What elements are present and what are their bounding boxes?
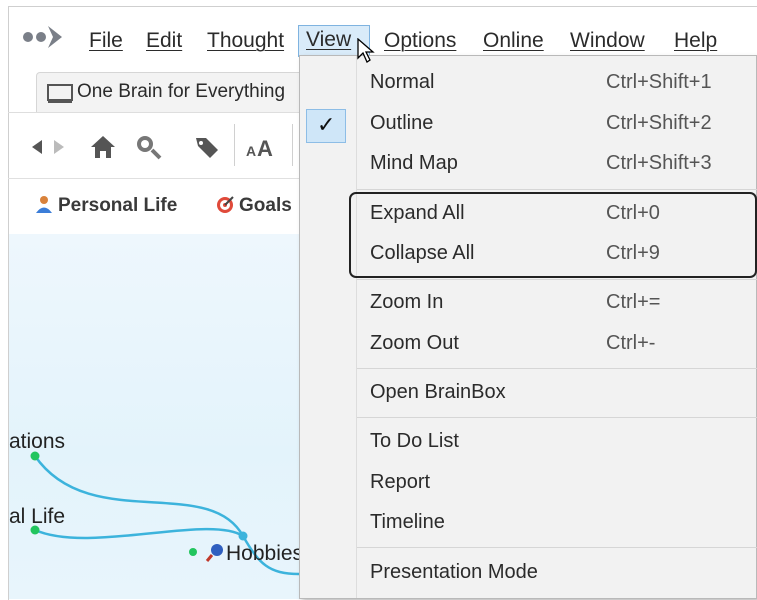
menu-item-label: To Do List: [370, 430, 459, 452]
brain-file-icon: [47, 84, 73, 103]
target-icon: [217, 196, 234, 213]
tab-one-brain[interactable]: One Brain for Everything: [36, 72, 326, 112]
tag-icon[interactable]: [192, 130, 222, 164]
menu-item-timeline[interactable]: Timeline: [300, 505, 757, 543]
mouse-cursor-icon: [357, 38, 375, 63]
pin-personal-life[interactable]: Personal Life: [34, 194, 177, 217]
menu-item-presentation-mode[interactable]: Presentation Mode: [300, 555, 757, 593]
menu-item-label: Outline: [370, 112, 434, 134]
menu-window[interactable]: Window: [563, 26, 652, 56]
menu-online[interactable]: Online: [476, 26, 551, 56]
menu-edit[interactable]: Edit: [139, 26, 189, 56]
menu-item-normal[interactable]: Normal Ctrl+Shift+1: [300, 65, 757, 103]
menu-item-label: Normal: [370, 71, 435, 93]
menu-item-shortcut: Ctrl+-: [606, 332, 656, 354]
toolbar-separator: [292, 124, 293, 166]
pin-thought-icon[interactable]: [132, 130, 164, 164]
menu-item-mind-map[interactable]: Mind Map Ctrl+Shift+3: [300, 146, 757, 184]
tab-label: One Brain for Everything: [77, 81, 286, 102]
menu-separator: [357, 547, 757, 548]
menu-help[interactable]: Help: [667, 26, 724, 56]
menu-item-shortcut: Ctrl+Shift+2: [606, 112, 712, 134]
thought-node[interactable]: ations: [9, 430, 65, 454]
menu-item-label: Open BrainBox: [370, 381, 506, 403]
menu-item-zoom-in[interactable]: Zoom In Ctrl+=: [300, 285, 757, 323]
thought-node[interactable]: al Life: [9, 505, 65, 529]
thought-node-hobbies[interactable]: Hobbies: [204, 541, 303, 566]
toolbar-separator: [234, 124, 235, 166]
back-forward-icon[interactable]: [28, 130, 68, 164]
menu-item-label: Presentation Mode: [370, 561, 538, 583]
menu-options[interactable]: Options: [377, 26, 463, 56]
thebrain-logo-icon[interactable]: [20, 22, 68, 52]
menu-item-to-do-list[interactable]: To Do List: [300, 424, 757, 462]
menu-item-label: Zoom Out: [370, 332, 459, 354]
menu-separator: [357, 417, 757, 418]
menu-separator: [357, 189, 757, 190]
menu-item-zoom-out[interactable]: Zoom Out Ctrl+-: [300, 326, 757, 364]
menu-separator: [357, 368, 757, 369]
font-size-icon[interactable]: A A: [244, 130, 280, 164]
hobbies-icon: [205, 544, 223, 562]
menu-item-shortcut: Ctrl+=: [606, 291, 661, 313]
menu-item-shortcut: Ctrl+Shift+1: [606, 71, 712, 93]
home-icon[interactable]: [88, 130, 118, 164]
menu-item-open-brainbox[interactable]: Open BrainBox: [300, 375, 757, 413]
menu-separator: [357, 279, 757, 280]
highlight-annotation: [349, 192, 757, 278]
menu-item-shortcut: Ctrl+Shift+3: [606, 152, 712, 174]
menu-item-label: Mind Map: [370, 152, 458, 174]
menu-item-label: Timeline: [370, 511, 445, 533]
menu-item-label: Report: [370, 471, 431, 493]
view-menu-dropdown: ✓ Normal Ctrl+Shift+1 Outline Ctrl+Shift…: [299, 55, 757, 599]
menu-file[interactable]: File: [82, 26, 130, 56]
pin-goals[interactable]: Goals: [215, 194, 292, 217]
pin-label: Personal Life: [58, 195, 178, 216]
svg-text:A: A: [257, 136, 273, 161]
menu-item-report[interactable]: Report: [300, 465, 757, 503]
person-icon: [36, 196, 52, 213]
pin-label: Goals: [239, 195, 292, 216]
svg-text:A: A: [246, 143, 256, 159]
menu-item-label: Zoom In: [370, 291, 444, 313]
menu-thought[interactable]: Thought: [200, 26, 291, 56]
menu-item-outline[interactable]: Outline Ctrl+Shift+2: [300, 106, 757, 144]
